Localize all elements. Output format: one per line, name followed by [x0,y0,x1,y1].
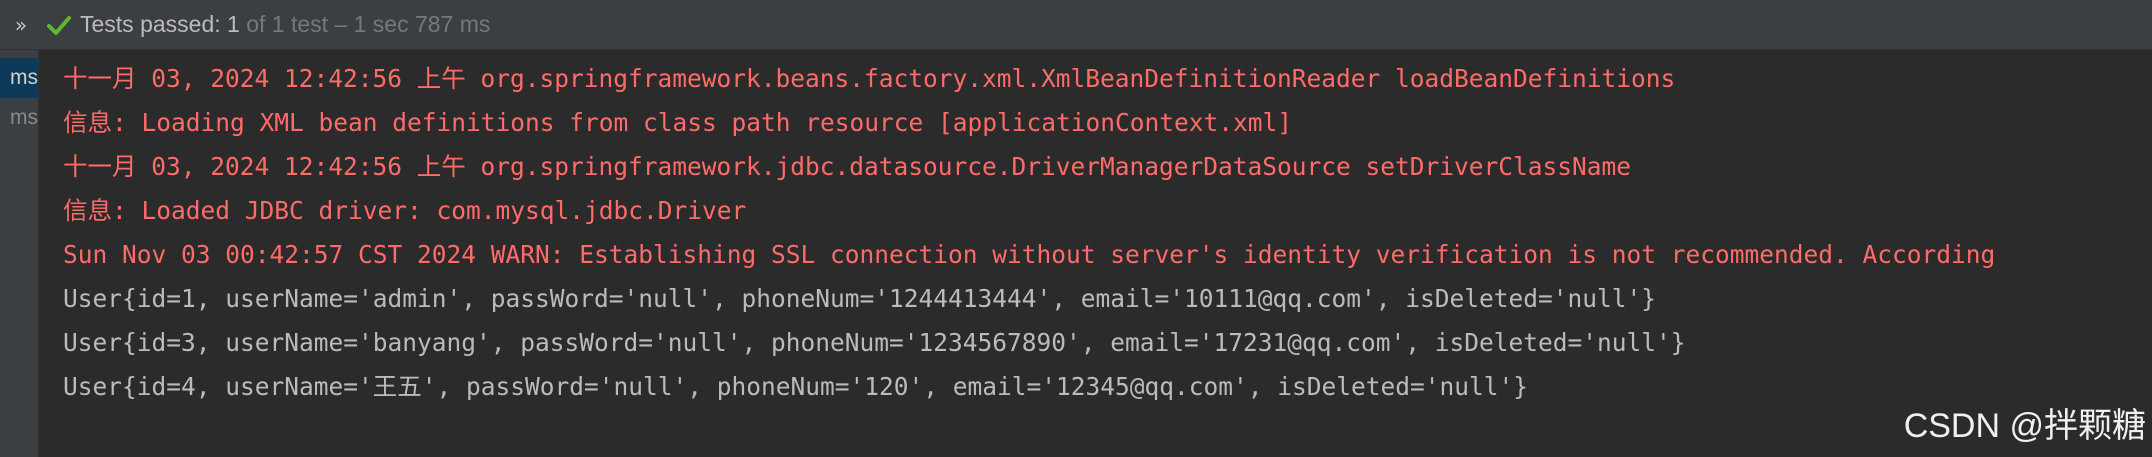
test-duration-label: ms [10,66,38,89]
console-output[interactable]: 十一月 03, 2024 12:42:56 上午 org.springframe… [39,50,2152,457]
console-line-stderr: 十一月 03, 2024 12:42:56 上午 org.springframe… [63,152,1632,181]
test-status-toolbar: » Tests passed: 1 of 1 test – 1 sec 787 … [0,0,2152,50]
console-line-stderr: 信息: Loading XML bean definitions from cl… [63,108,1293,137]
console-line-stdout: User{id=4, userName='王五', passWord='null… [63,372,1529,401]
console-line-stdout: User{id=1, userName='admin', passWord='n… [63,284,1657,313]
console-line-stderr: 十一月 03, 2024 12:42:56 上午 org.springframe… [63,64,1676,93]
test-tree-item-selected[interactable]: ms [0,58,38,98]
test-runner-window: » Tests passed: 1 of 1 test – 1 sec 787 … [0,0,2152,457]
test-duration-label: ms [10,106,38,129]
test-tree-gutter: ms ms [0,50,39,457]
console-line-stdout: User{id=3, userName='banyang', passWord=… [63,328,1686,357]
check-icon [47,15,71,35]
test-tree-item[interactable]: ms [0,98,38,138]
watermark: CSDN @拌颗糖 [1903,407,2146,445]
console-line-stderr: Sun Nov 03 00:42:57 CST 2024 WARN: Estab… [63,240,1996,269]
status-detail: of 1 test – 1 sec 787 ms [239,11,491,37]
expand-icon[interactable]: » [0,0,40,50]
status-label: Tests passed: [80,11,228,37]
console-line-stderr: 信息: Loaded JDBC driver: com.mysql.jdbc.D… [63,196,747,225]
passed-count: 1 [227,11,240,37]
test-status-text: Tests passed: 1 of 1 test – 1 sec 787 ms [80,11,490,38]
